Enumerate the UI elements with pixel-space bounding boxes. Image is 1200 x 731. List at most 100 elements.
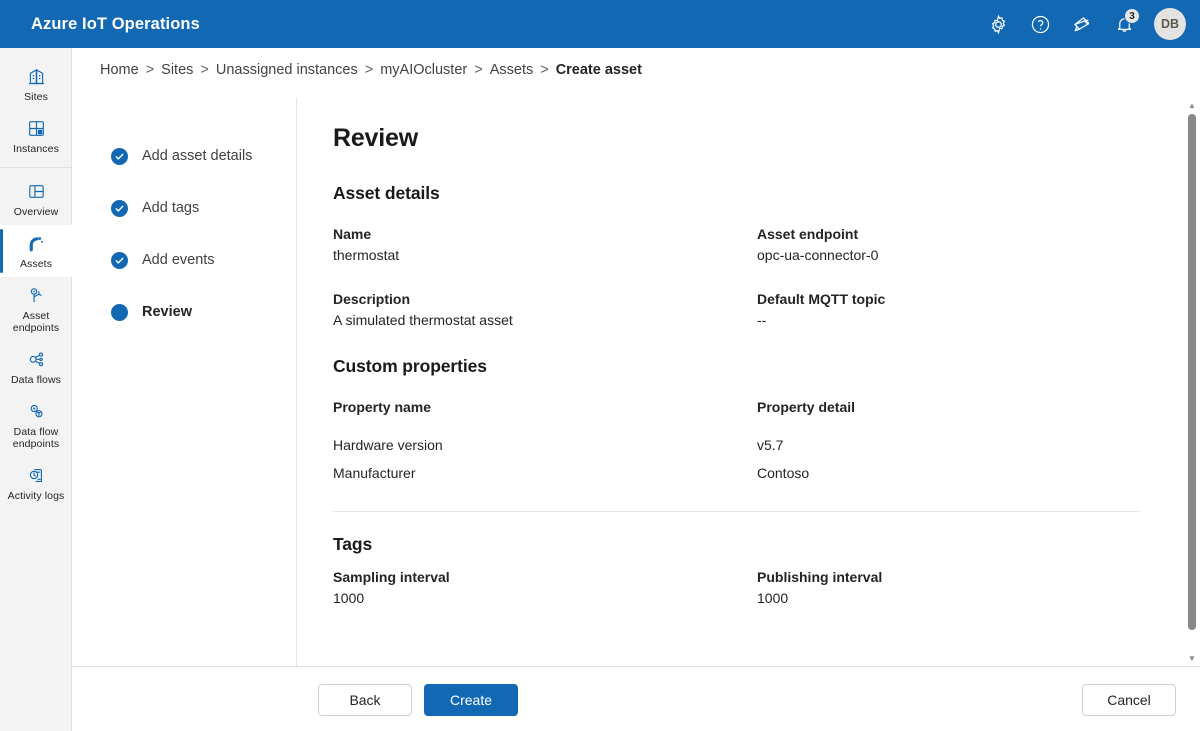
wizard-step-add-asset-details[interactable]: Add asset details <box>72 130 296 182</box>
asset-endpoints-icon <box>26 284 47 306</box>
sidebar-item-assets[interactable]: Assets <box>0 225 72 277</box>
sidebar-item-data-flow-endpoints[interactable]: Data flow endpoints <box>0 393 72 457</box>
sidebar-item-sites[interactable]: Sites <box>0 58 72 110</box>
wizard-step-label: Add events <box>142 252 215 268</box>
content-scrollbar[interactable]: ▲ ▼ <box>1184 98 1200 666</box>
breadcrumb-item-sites[interactable]: Sites <box>161 62 193 78</box>
gear-icon[interactable] <box>978 4 1018 44</box>
top-header-bar: Azure IoT Operations 3 DB <box>0 0 1200 48</box>
sidebar-item-label: Assets <box>19 258 53 270</box>
field-label: Sampling interval <box>333 569 450 585</box>
wizard-step-label: Add tags <box>142 200 200 216</box>
tags-col-right: Publishing interval 1000 <box>757 569 1181 634</box>
field-name: Name thermostat <box>333 226 757 263</box>
scroll-up-arrow-icon[interactable]: ▲ <box>1188 98 1196 114</box>
asset-details-grid: Name thermostat Description A simulated … <box>333 226 1170 356</box>
field-publishing-interval: Publishing interval 1000 <box>757 569 1181 606</box>
breadcrumb-item-myaiocluster[interactable]: myAIOcluster <box>380 62 467 78</box>
field-value: A simulated thermostat asset <box>333 312 513 328</box>
field-label: Description <box>333 291 411 307</box>
back-button[interactable]: Back <box>318 683 412 716</box>
assets-icon <box>25 232 47 254</box>
field-label: Asset endpoint <box>757 226 859 242</box>
cell-property-detail: v5.7 <box>757 437 784 453</box>
cell-property-name: Hardware version <box>333 437 443 453</box>
section-title-custom-properties: Custom properties <box>333 356 487 376</box>
feedback-icon[interactable] <box>1062 4 1102 44</box>
check-circle-icon <box>111 147 128 165</box>
breadcrumb-separator: > <box>145 62 155 78</box>
wizard-step-label: Add asset details <box>142 148 253 164</box>
section-title-asset-details: Asset details <box>333 183 440 203</box>
wizard-card: Add asset details Add tags Add events Re… <box>72 98 1200 667</box>
scrollbar-thumb[interactable] <box>1188 114 1196 630</box>
cancel-button[interactable]: Cancel <box>1082 683 1176 716</box>
breadcrumb-item-home[interactable]: Home <box>100 62 139 78</box>
sidebar-item-label: Activity logs <box>7 490 65 502</box>
wizard-step-add-tags[interactable]: Add tags <box>72 182 296 234</box>
table-row: Manufacturer Contoso <box>333 465 1170 481</box>
field-label: Name <box>333 226 372 242</box>
app-root: Azure IoT Operations 3 DB Sites Instance… <box>0 0 1200 731</box>
breadcrumb: Home > Sites > Unassigned instances > my… <box>100 62 642 78</box>
tags-col-left: Sampling interval 1000 <box>333 569 757 634</box>
data-flow-endpoints-icon <box>26 400 47 422</box>
field-value: 1000 <box>333 590 365 606</box>
field-value: thermostat <box>333 247 400 263</box>
notification-count-badge: 3 <box>1124 8 1140 24</box>
column-header-property-detail: Property detail <box>757 399 856 415</box>
cell-property-name: Manufacturer <box>333 465 416 481</box>
wizard-steps: Add asset details Add tags Add events Re… <box>72 98 297 666</box>
field-sampling-interval: Sampling interval 1000 <box>333 569 757 606</box>
current-step-dot-icon <box>111 303 128 321</box>
sidebar-item-label: Instances <box>13 143 59 155</box>
section-title-tags: Tags <box>333 534 373 554</box>
breadcrumb-item-current: Create asset <box>555 62 642 78</box>
scroll-down-arrow-icon[interactable]: ▼ <box>1188 651 1196 666</box>
avatar[interactable]: DB <box>1154 8 1186 40</box>
data-flows-icon <box>26 348 47 370</box>
custom-properties-header-row: Property name Property detail <box>333 399 1170 415</box>
help-icon[interactable] <box>1020 4 1060 44</box>
review-content: Review Asset details Name thermostat Des… <box>297 98 1200 666</box>
activity-logs-icon <box>26 464 47 486</box>
field-value: 1000 <box>757 590 789 606</box>
breadcrumb-item-assets[interactable]: Assets <box>490 62 534 78</box>
create-button[interactable]: Create <box>424 683 518 716</box>
field-value: -- <box>757 312 767 328</box>
breadcrumb-separator: > <box>540 62 549 78</box>
sidebar-item-activity-logs[interactable]: Activity logs <box>0 457 72 509</box>
field-value: opc-ua-connector-0 <box>757 247 879 263</box>
field-label: Publishing interval <box>757 569 883 585</box>
header-actions: 3 DB <box>978 0 1200 48</box>
check-circle-icon <box>111 251 128 269</box>
cell-property-detail: Contoso <box>757 465 810 481</box>
sidebar-divider <box>0 167 71 168</box>
wizard-footer: Back Create Cancel <box>72 668 1200 731</box>
breadcrumb-separator: > <box>200 62 209 78</box>
column-header-property-name: Property name <box>333 399 432 415</box>
notifications-bell[interactable]: 3 <box>1104 4 1144 44</box>
field-description: Description A simulated thermostat asset <box>333 291 757 328</box>
breadcrumb-separator: > <box>474 62 483 78</box>
wizard-step-review[interactable]: Review <box>72 286 296 338</box>
sidebar-item-asset-endpoints[interactable]: Asset endpoints <box>0 277 72 341</box>
breadcrumb-separator: > <box>364 62 374 78</box>
page-title: Review <box>333 124 418 152</box>
sidebar-item-overview[interactable]: Overview <box>0 173 72 225</box>
field-label: Default MQTT topic <box>757 291 886 307</box>
sidebar-item-instances[interactable]: Instances <box>0 110 72 162</box>
left-sidebar: Sites Instances Overview Assets Asset en… <box>0 48 72 731</box>
sidebar-item-label: Data flows <box>10 374 62 386</box>
sidebar-item-data-flows[interactable]: Data flows <box>0 341 72 393</box>
breadcrumb-item-unassigned-instances[interactable]: Unassigned instances <box>216 62 358 78</box>
sidebar-item-label: Data flow endpoints <box>12 426 60 450</box>
app-brand-title: Azure IoT Operations <box>31 14 200 33</box>
wizard-step-add-events[interactable]: Add events <box>72 234 296 286</box>
sidebar-item-label: Sites <box>24 91 48 103</box>
tags-grid: Sampling interval 1000 Publishing interv… <box>333 569 1170 634</box>
check-circle-icon <box>111 199 128 217</box>
field-default-mqtt-topic: Default MQTT topic -- <box>757 291 1181 328</box>
asset-details-col-right: Asset endpoint opc-ua-connector-0 Defaul… <box>757 226 1181 356</box>
table-row: Hardware version v5.7 <box>333 437 1170 453</box>
